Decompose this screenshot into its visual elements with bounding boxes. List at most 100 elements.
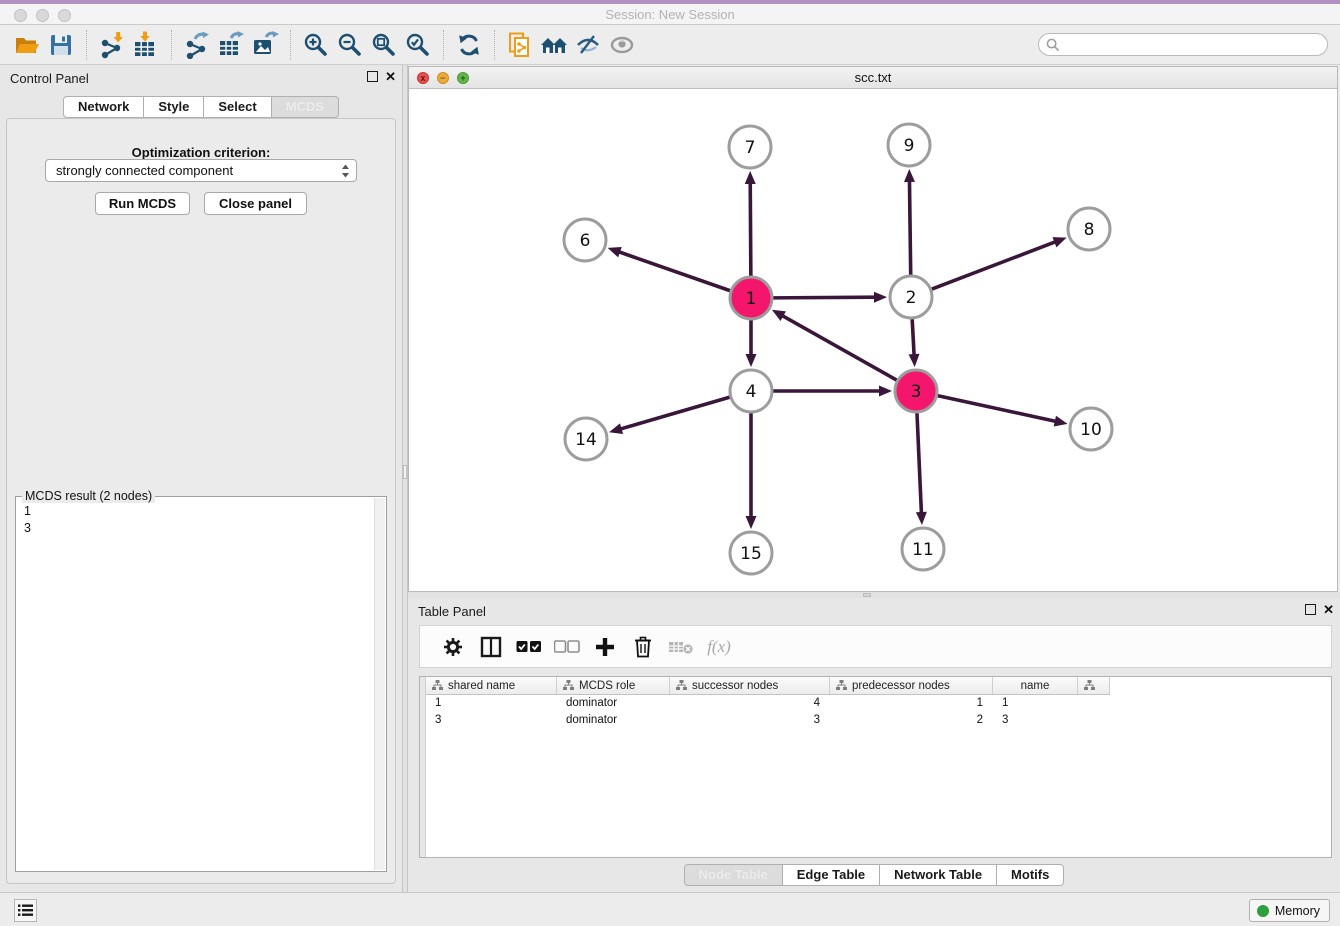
cell-predecessor-nodes[interactable]: 2 [830, 712, 993, 729]
deselect-all-icon[interactable] [548, 632, 586, 662]
table-panel-title: Table Panel [418, 604, 486, 619]
zoom-selected-icon[interactable] [401, 28, 435, 62]
graph-edge[interactable] [782, 316, 896, 381]
show-columns-icon[interactable] [472, 632, 510, 662]
graph-edge[interactable] [619, 252, 730, 291]
graph-edge[interactable] [750, 183, 751, 276]
hide-panels-icon[interactable] [571, 28, 605, 62]
column-header-mcds-role[interactable]: MCDS role [557, 677, 670, 694]
float-panel-icon[interactable] [367, 71, 378, 82]
column-label: name [1021, 680, 1050, 692]
splitter-handle[interactable] [403, 465, 407, 479]
export-table-icon[interactable] [214, 28, 248, 62]
tab-motifs[interactable]: Motifs [997, 864, 1064, 886]
graph-node-label: 3 [911, 382, 922, 402]
cell-successor-nodes[interactable]: 4 [670, 695, 830, 712]
toolbar-separator [494, 30, 495, 60]
graph-edge-arrowhead [609, 423, 623, 434]
show-graphics-details-icon[interactable] [605, 28, 639, 62]
close-panel-icon[interactable]: ✕ [385, 69, 396, 85]
float-panel-icon[interactable] [1305, 604, 1316, 615]
search-input[interactable] [1064, 36, 1327, 54]
graph-edge[interactable] [937, 396, 1055, 422]
column-header-name[interactable]: name [993, 677, 1078, 694]
toolbar-separator [290, 30, 291, 60]
open-file-icon[interactable] [10, 28, 44, 62]
column-header-stub[interactable] [1078, 677, 1110, 694]
delete-column-icon[interactable] [662, 632, 700, 662]
graph-edge[interactable] [773, 297, 875, 298]
select-all-icon[interactable] [510, 632, 548, 662]
add-row-icon[interactable] [586, 632, 624, 662]
control-panel: Control Panel ✕ Optimization criterion: … [0, 65, 402, 892]
run-mcds-button[interactable]: Run MCDS [95, 192, 190, 215]
import-network-icon[interactable] [95, 28, 129, 62]
table-panel: Table Panel ✕ f(x) s [408, 598, 1340, 892]
graph-edge[interactable] [912, 319, 914, 355]
delete-row-icon[interactable] [624, 632, 662, 662]
cell-name[interactable]: 1 [993, 695, 1078, 712]
graph-edge[interactable] [932, 242, 1056, 289]
cell-shared-name[interactable]: 1 [426, 695, 557, 712]
table-panel-header: Table Panel ✕ [408, 598, 1340, 624]
table-row[interactable]: 1 dominator 4 1 1 [426, 695, 1331, 712]
network-view-window: x − + scc.txt 1234678910111415 [408, 66, 1338, 592]
optimization-dropdown[interactable]: strongly connected component [45, 159, 357, 182]
close-panel-icon[interactable]: ✕ [1323, 602, 1334, 618]
task-history-button[interactable] [14, 899, 37, 922]
export-image-icon[interactable] [248, 28, 282, 62]
network-canvas[interactable]: 1234678910111415 [409, 89, 1337, 591]
graph-edge[interactable] [621, 397, 730, 429]
network-graph[interactable]: 1234678910111415 [409, 89, 1339, 593]
mcds-result-text[interactable]: 1 3 [18, 501, 373, 869]
memory-status-icon [1257, 905, 1269, 917]
table-toolbar: f(x) [419, 625, 1332, 668]
cell-mcds-role[interactable]: dominator [557, 712, 670, 729]
column-header-successor-nodes[interactable]: successor nodes [670, 677, 830, 694]
zoom-out-icon[interactable] [333, 28, 367, 62]
app-titlebar: Session: New Session [0, 0, 1340, 25]
close-panel-button[interactable]: Close panel [204, 192, 307, 215]
graph-edge-arrowhead [916, 512, 927, 525]
export-network-icon[interactable] [180, 28, 214, 62]
table-options-icon[interactable] [434, 632, 472, 662]
tab-node-table[interactable]: Node Table [684, 864, 783, 886]
graph-edge-arrowhead [904, 169, 915, 182]
mcds-result-box: MCDS result (2 nodes) 1 3 [15, 496, 387, 872]
graph-node-label: 6 [580, 231, 591, 251]
column-header-shared-name[interactable]: shared name [426, 677, 557, 694]
cell-mcds-role[interactable]: dominator [557, 695, 670, 712]
first-neighbors-icon[interactable] [537, 28, 571, 62]
cell-name[interactable]: 3 [993, 712, 1078, 729]
column-header-predecessor-nodes[interactable]: predecessor nodes [830, 677, 993, 694]
clone-network-icon[interactable] [503, 28, 537, 62]
cell-successor-nodes[interactable]: 3 [670, 712, 830, 729]
graph-edge[interactable] [909, 181, 910, 275]
cell-predecessor-nodes[interactable]: 1 [830, 695, 993, 712]
search-box[interactable] [1038, 33, 1328, 56]
graph-node-label: 7 [745, 138, 756, 158]
column-type-icon [836, 680, 847, 691]
tab-style[interactable]: Style [144, 96, 204, 118]
network-window-titlebar[interactable]: x − + scc.txt [409, 67, 1337, 89]
table-row[interactable]: 3 dominator 3 2 3 [426, 712, 1331, 729]
zoom-fit-icon[interactable] [367, 28, 401, 62]
cell-shared-name[interactable]: 3 [426, 712, 557, 729]
tab-mcds[interactable]: MCDS [272, 96, 339, 118]
zoom-in-icon[interactable] [299, 28, 333, 62]
graph-edge-arrowhead [608, 247, 622, 257]
refresh-view-icon[interactable] [452, 28, 486, 62]
tab-network-table[interactable]: Network Table [880, 864, 997, 886]
tab-select[interactable]: Select [204, 96, 271, 118]
apply-function-icon[interactable]: f(x) [700, 632, 738, 662]
tab-network[interactable]: Network [63, 96, 144, 118]
result-scrollbar[interactable] [374, 498, 385, 870]
node-table[interactable]: shared name MCDS role successor nodes pr… [419, 676, 1332, 858]
import-table-icon[interactable] [129, 28, 163, 62]
graph-edge[interactable] [917, 413, 921, 513]
save-session-icon[interactable] [44, 28, 78, 62]
main-toolbar [0, 25, 1340, 65]
splitter-handle[interactable] [863, 593, 871, 597]
tab-edge-table[interactable]: Edge Table [783, 864, 880, 886]
memory-button[interactable]: Memory [1249, 899, 1330, 922]
